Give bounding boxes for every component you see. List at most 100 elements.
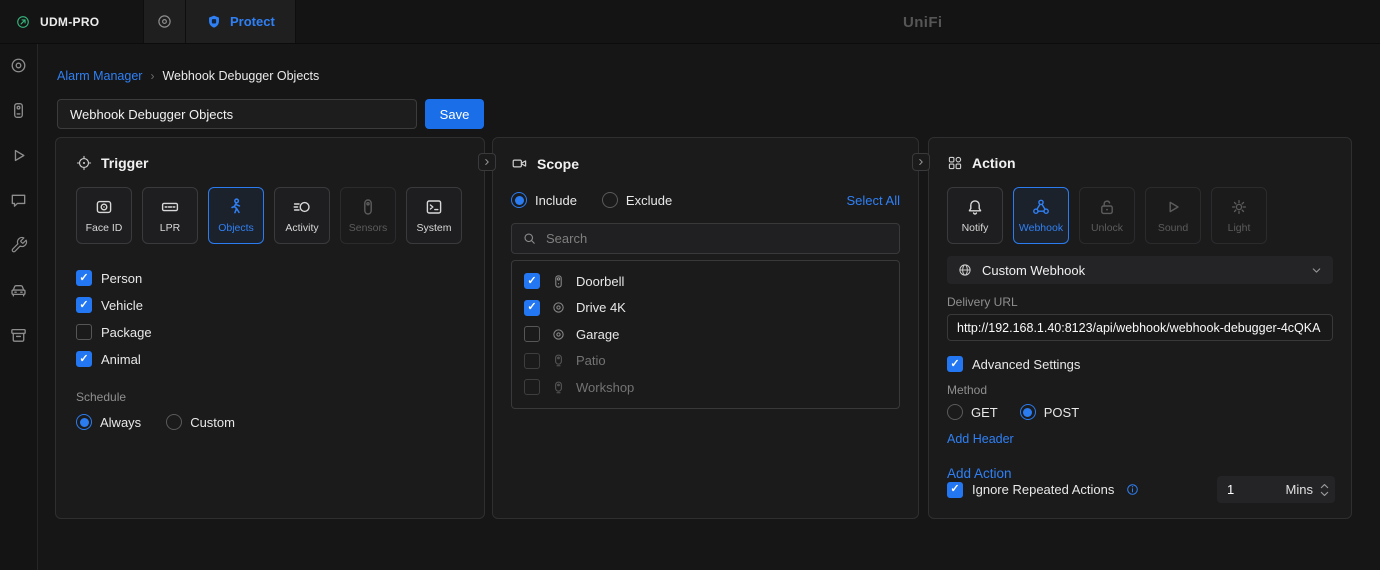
- tile-label: Sound: [1157, 222, 1189, 234]
- trigger-title: Trigger: [101, 155, 149, 171]
- scope-panel: Scope Include Exclude Select All Doorbel…: [492, 137, 919, 519]
- trigger-panel: Trigger Face ID LPR Objects Activity Sen…: [55, 137, 485, 519]
- post-radio[interactable]: [1019, 404, 1036, 420]
- sidebar-cameras-lens-icon[interactable]: [9, 55, 29, 75]
- tile-label: Sensors: [348, 222, 388, 234]
- device-row-drive-4k: Drive 4K: [512, 295, 899, 322]
- sidebar-doorbell-icon[interactable]: [9, 100, 29, 120]
- console-switcher[interactable]: UDM-PRO: [0, 0, 143, 43]
- ignore-repeated-checkbox[interactable]: [947, 481, 963, 498]
- action-tiles: Notify Webhook Unlock Sound Light: [947, 187, 1333, 244]
- trigger-tile-sensors: Sensors: [340, 187, 396, 244]
- interval-unit: Mins: [1285, 482, 1313, 497]
- action-tile-webhook[interactable]: Webhook: [1013, 187, 1069, 244]
- lpr-icon: [160, 197, 180, 217]
- get-radio[interactable]: [947, 404, 963, 420]
- always-radio[interactable]: [76, 414, 92, 430]
- advanced-settings-row: Advanced Settings: [947, 356, 1333, 372]
- vehicle-label: Vehicle: [101, 297, 143, 313]
- sidebar-detections-icon[interactable]: [9, 190, 29, 210]
- sidebar-tools-icon[interactable]: [9, 235, 29, 255]
- tile-label: Objects: [218, 222, 254, 234]
- interval-stepper: [1320, 483, 1329, 497]
- include-radio[interactable]: [511, 192, 527, 208]
- always-label: Always: [100, 414, 142, 430]
- animal-checkbox[interactable]: [76, 351, 92, 367]
- action-tile-notify[interactable]: Notify: [947, 187, 1003, 244]
- scope-panel-header: Scope: [511, 155, 900, 172]
- sidebar-vehicle-icon[interactable]: [9, 280, 29, 300]
- tile-label: Webhook: [1018, 222, 1064, 234]
- device-row-garage: Garage: [512, 321, 899, 348]
- object-type-vehicle: Vehicle: [76, 297, 464, 313]
- device-row-workshop: Workshop: [512, 374, 899, 401]
- post-label: POST: [1043, 404, 1080, 420]
- method-get-option: GET: [947, 404, 998, 420]
- globe-icon: [957, 262, 973, 278]
- collapse-trigger-button[interactable]: [478, 153, 496, 171]
- device-label: Doorbell: [576, 273, 625, 289]
- person-checkbox[interactable]: [76, 270, 92, 286]
- object-type-package: Package: [76, 324, 464, 340]
- round-camera-icon: [550, 326, 566, 342]
- patio-checkbox[interactable]: [524, 352, 540, 369]
- delivery-url-input[interactable]: [947, 314, 1333, 341]
- webhook-icon: [1031, 197, 1051, 217]
- trigger-tile-face-id[interactable]: Face ID: [76, 187, 132, 244]
- tile-label: Light: [1227, 222, 1251, 234]
- advanced-settings-checkbox[interactable]: [947, 356, 963, 372]
- tab-protect[interactable]: Protect: [185, 0, 296, 43]
- alarm-name-input[interactable]: [57, 99, 417, 129]
- ignore-repeated-row: Ignore Repeated Actions 1 Mins: [947, 476, 1335, 503]
- sidebar-playback-icon[interactable]: [9, 145, 29, 165]
- search-input[interactable]: [546, 231, 889, 246]
- activity-icon: [292, 197, 312, 217]
- decrement-icon[interactable]: [1320, 491, 1329, 497]
- system-icon: [424, 197, 444, 217]
- tab-os-console[interactable]: [143, 0, 185, 43]
- custom-radio[interactable]: [166, 414, 183, 430]
- bell-icon: [965, 197, 985, 217]
- device-label: Workshop: [576, 379, 635, 395]
- topbar: UDM-PRO Protect UniFi: [0, 0, 1380, 44]
- sidebar-archive-icon[interactable]: [9, 325, 29, 345]
- exclude-label: Exclude: [625, 192, 673, 208]
- device-row-doorbell: Doorbell: [512, 268, 899, 295]
- package-checkbox[interactable]: [76, 324, 92, 340]
- vehicle-checkbox[interactable]: [76, 297, 92, 313]
- add-header-link[interactable]: Add Header: [947, 432, 1014, 446]
- breadcrumb-current: Webhook Debugger Objects: [162, 69, 320, 83]
- increment-icon[interactable]: [1320, 483, 1329, 489]
- sidebar: [0, 44, 38, 570]
- method-options: GET POST: [947, 404, 1333, 420]
- doorbell-checkbox[interactable]: [524, 273, 540, 290]
- tile-label: Face ID: [85, 222, 123, 234]
- advanced-settings-label: Advanced Settings: [972, 356, 1081, 372]
- chevron-right-icon: [482, 157, 492, 167]
- trigger-tile-activity[interactable]: Activity: [274, 187, 330, 244]
- face-id-icon: [94, 197, 114, 217]
- object-type-person: Person: [76, 270, 464, 286]
- trigger-icon: [76, 155, 92, 171]
- exclude-radio[interactable]: [601, 192, 618, 208]
- interval-input[interactable]: 1 Mins: [1217, 476, 1335, 503]
- workshop-checkbox[interactable]: [524, 379, 540, 396]
- garage-checkbox[interactable]: [524, 326, 540, 343]
- action-tile-light: Light: [1211, 187, 1267, 244]
- method-label: Method: [947, 383, 988, 397]
- action-tile-sound: Sound: [1145, 187, 1201, 244]
- sensor-icon: [358, 197, 378, 217]
- webhook-select-value: Custom Webhook: [982, 262, 1086, 278]
- collapse-scope-button[interactable]: [912, 153, 930, 171]
- trigger-tile-objects[interactable]: Objects: [208, 187, 264, 244]
- select-all-link[interactable]: Select All: [847, 193, 900, 208]
- sound-play-icon: [1163, 197, 1183, 217]
- webhook-type-select[interactable]: Custom Webhook: [947, 256, 1333, 284]
- unifi-logo: UniFi: [903, 13, 943, 31]
- breadcrumb-alarm-manager[interactable]: Alarm Manager: [57, 69, 142, 83]
- save-button[interactable]: Save: [425, 99, 484, 129]
- drive-4k-checkbox[interactable]: [524, 299, 540, 316]
- trigger-tile-system[interactable]: System: [406, 187, 462, 244]
- trigger-tile-lpr[interactable]: LPR: [142, 187, 198, 244]
- info-icon[interactable]: [1125, 482, 1140, 497]
